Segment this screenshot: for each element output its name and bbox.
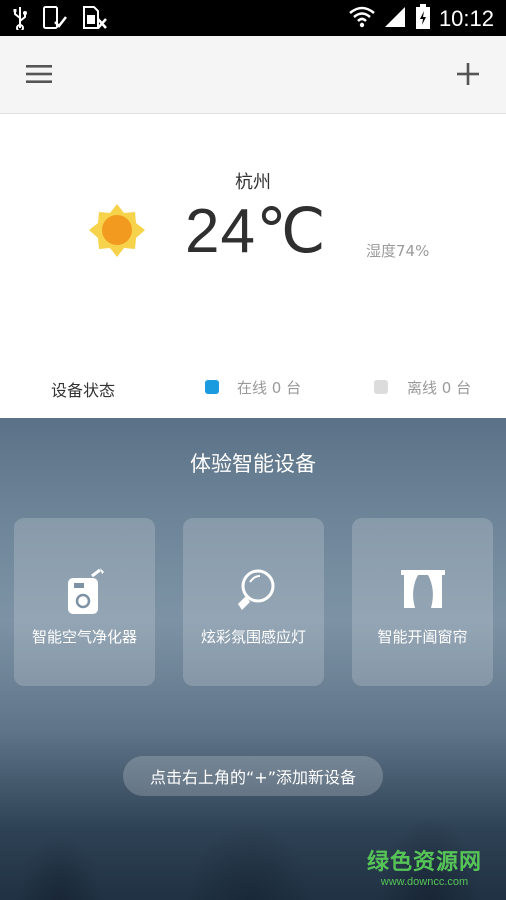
watermark-title: 绿色资源网	[366, 850, 482, 875]
bulb-icon	[183, 568, 324, 616]
card-label: 炫彩氛围感应灯	[200, 628, 306, 646]
wifi-icon	[349, 6, 375, 32]
sun-icon	[86, 202, 148, 260]
usb-icon	[12, 6, 28, 34]
card-label: 智能开阖窗帘	[377, 628, 468, 646]
device-status-title: 设备状态	[51, 381, 116, 400]
online-count: 在线 0 台	[237, 379, 302, 397]
humidity: 湿度74%	[366, 242, 430, 260]
online-indicator	[205, 380, 219, 394]
card-label: 智能空气净化器	[31, 628, 137, 646]
status-bar: 10:12	[0, 0, 506, 36]
app-bar	[0, 36, 506, 114]
plus-icon[interactable]	[450, 56, 486, 92]
hamburger-menu-icon[interactable]	[21, 56, 57, 92]
clock: 10:12	[438, 6, 494, 31]
card-smart-curtain[interactable]: 智能开阖窗帘	[352, 518, 493, 686]
experience-title: 体验智能设备	[190, 452, 316, 476]
card-mood-light[interactable]: 炫彩氛围感应灯	[183, 518, 324, 686]
offline-count: 离线 0 台	[407, 379, 472, 397]
air-purifier-icon	[14, 568, 155, 616]
temperature: 24℃	[185, 197, 327, 266]
weather-panel: 杭州 24℃ 湿度74% 设备状态 在线 0 台 离线 0 台	[0, 114, 506, 418]
phone-check-icon	[42, 6, 68, 34]
city-name: 杭州	[235, 172, 271, 193]
curtain-icon	[352, 568, 493, 616]
watermark: 绿色资源网 www.downcc.com	[367, 844, 482, 888]
card-air-purifier[interactable]: 智能空气净化器	[14, 518, 155, 686]
experience-section: 体验智能设备 智能空气净化器 炫彩氛围感应灯 智能开阖窗帘 点击右上角的“+”添…	[0, 418, 506, 900]
signal-icon	[383, 6, 407, 32]
battery-icon	[415, 4, 431, 34]
device-cards: 智能空气净化器 炫彩氛围感应灯 智能开阖窗帘	[14, 518, 493, 686]
add-device-hint: 点击右上角的“+”添加新设备	[123, 756, 383, 796]
offline-indicator	[374, 380, 388, 394]
sim-icon	[82, 6, 108, 34]
device-status-row: 设备状态 在线 0 台 离线 0 台	[0, 372, 506, 404]
watermark-url: www.downcc.com	[380, 876, 469, 888]
